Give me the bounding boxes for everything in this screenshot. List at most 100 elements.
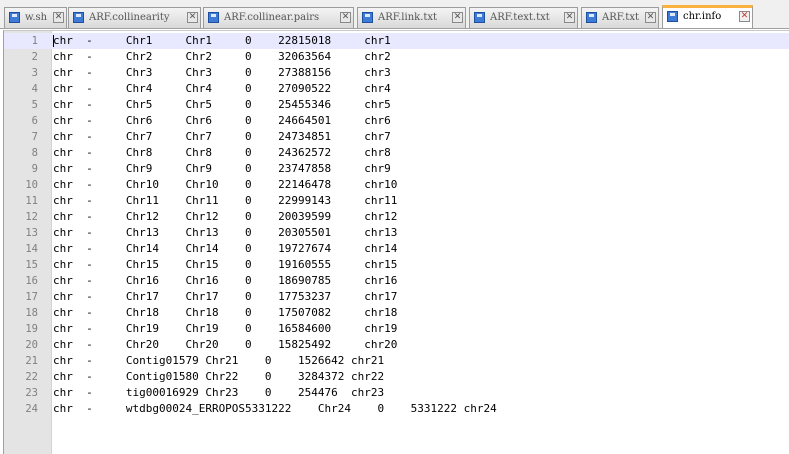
line-text: chr - Chr8 Chr8 0 24362572 chr8 xyxy=(53,146,391,159)
line-text: chr - Chr16 Chr16 0 18690785 chr16 xyxy=(53,274,398,287)
tab-label: ARF.text.txt xyxy=(490,12,550,23)
editor-line[interactable]: 23 chr - tig00016929 Chr23 0 254476 chr23 xyxy=(4,385,789,401)
line-text: chr - tig00016929 Chr23 0 254476 chr23 xyxy=(53,386,385,399)
line-number: 16 xyxy=(25,275,38,287)
editor-line[interactable]: 17 chr - Chr17 Chr17 0 17753237 chr17 xyxy=(4,289,789,305)
tab-arf-link-txt[interactable]: ARF.link.txt ✕ xyxy=(357,7,466,28)
tab-arf-collinearity[interactable]: ARF.collinearity ✕ xyxy=(68,7,201,28)
line-number: 1 xyxy=(31,35,38,47)
editor-line[interactable]: 1 chr - Chr1 Chr1 0 22815018 chr1 xyxy=(4,33,789,49)
tab-label: ARF.link.txt xyxy=(378,12,438,23)
editor-line[interactable]: 5 chr - Chr5 Chr5 0 25455346 chr5 xyxy=(4,97,789,113)
line-text: chr - Chr15 Chr15 0 19160555 chr15 xyxy=(53,258,398,271)
line-number: 5 xyxy=(31,99,38,111)
editor-line[interactable]: 6 chr - Chr6 Chr6 0 24664501 chr6 xyxy=(4,113,789,129)
line-number: 20 xyxy=(25,339,38,351)
line-text: chr - Chr6 Chr6 0 24664501 chr6 xyxy=(53,114,391,127)
line-number: 24 xyxy=(25,403,38,415)
close-icon[interactable]: ✕ xyxy=(645,12,656,23)
tab-arf-txt[interactable]: ARF.txt ✕ xyxy=(581,7,659,28)
editor-lines: 1 chr - Chr1 Chr1 0 22815018 chr1 2 chr - C… xyxy=(4,33,789,417)
close-icon[interactable]: ✕ xyxy=(187,12,198,23)
save-disk-icon xyxy=(474,12,485,23)
line-number: 12 xyxy=(25,211,38,223)
line-text: chr - Chr4 Chr4 0 27090522 chr4 xyxy=(53,82,391,95)
editor-line[interactable]: 9 chr - Chr9 Chr9 0 23747858 chr9 xyxy=(4,161,789,177)
line-number: 2 xyxy=(31,51,38,63)
editor-line[interactable]: 14 chr - Chr14 Chr14 0 19727674 chr14 xyxy=(4,241,789,257)
text-editor[interactable]: 1 chr - Chr1 Chr1 0 22815018 chr1 2 chr - C… xyxy=(3,30,789,454)
line-number: 3 xyxy=(31,67,38,79)
close-icon[interactable]: ✕ xyxy=(564,12,575,23)
line-text: chr - Chr19 Chr19 0 16584600 chr19 xyxy=(53,322,398,335)
editor-line[interactable]: 18 chr - Chr18 Chr18 0 17507082 chr18 xyxy=(4,305,789,321)
line-number: 8 xyxy=(31,147,38,159)
editor-line[interactable]: 13 chr - Chr13 Chr13 0 20305501 chr13 xyxy=(4,225,789,241)
editor-line[interactable]: 10 chr - Chr10 Chr10 0 22146478 chr10 xyxy=(4,177,789,193)
close-icon[interactable]: ✕ xyxy=(452,12,463,23)
line-text: chr - Chr13 Chr13 0 20305501 chr13 xyxy=(53,226,398,239)
editor-line[interactable]: 15 chr - Chr15 Chr15 0 19160555 chr15 xyxy=(4,257,789,273)
line-number: 23 xyxy=(25,387,38,399)
line-number: 15 xyxy=(25,259,38,271)
tab-arf-collinear-pairs[interactable]: ARF.collinear.pairs ✕ xyxy=(203,7,354,28)
editor-line[interactable]: 11 chr - Chr11 Chr11 0 22999143 chr11 xyxy=(4,193,789,209)
line-text: chr - Chr12 Chr12 0 20039599 chr12 xyxy=(53,210,398,223)
line-text: chr - Chr17 Chr17 0 17753237 chr17 xyxy=(53,290,398,303)
editor-line[interactable]: 3 chr - Chr3 Chr3 0 27388156 chr3 xyxy=(4,65,789,81)
tab-label: w.sh xyxy=(25,12,48,23)
tab-label: ARF.collinear.pairs xyxy=(224,12,320,23)
editor-line[interactable]: 12 chr - Chr12 Chr12 0 20039599 chr12 xyxy=(4,209,789,225)
tab-label: ARF.txt xyxy=(602,12,639,23)
close-icon[interactable]: ✕ xyxy=(340,12,351,23)
line-number: 6 xyxy=(31,115,38,127)
text-caret xyxy=(53,35,54,47)
save-disk-icon xyxy=(208,12,219,23)
tab-w-sh[interactable]: w.sh ✕ xyxy=(4,7,67,28)
save-disk-icon xyxy=(667,11,678,22)
line-text: chr - Chr10 Chr10 0 22146478 chr10 xyxy=(53,178,398,191)
line-number: 7 xyxy=(31,131,38,143)
editor-line[interactable]: 8 chr - Chr8 Chr8 0 24362572 chr8 xyxy=(4,145,789,161)
line-text: chr - Chr9 Chr9 0 23747858 chr9 xyxy=(53,162,391,175)
line-number: 17 xyxy=(25,291,38,303)
line-number: 14 xyxy=(25,243,38,255)
editor-line[interactable]: 21 chr - Contig01579 Chr21 0 1526642 chr2… xyxy=(4,353,789,369)
line-number: 19 xyxy=(25,323,38,335)
editor-line[interactable]: 20 chr - Chr20 Chr20 0 15825492 chr20 xyxy=(4,337,789,353)
line-number: 4 xyxy=(31,83,38,95)
line-number: 18 xyxy=(25,307,38,319)
tab-arf-text-txt[interactable]: ARF.text.txt ✕ xyxy=(469,7,578,28)
save-disk-icon xyxy=(9,12,20,23)
line-text: chr - Contig01579 Chr21 0 1526642 chr21 xyxy=(53,354,385,367)
line-number: 10 xyxy=(25,179,38,191)
editor-line[interactable]: 19 chr - Chr19 Chr19 0 16584600 chr19 xyxy=(4,321,789,337)
save-disk-icon xyxy=(362,12,373,23)
editor-line[interactable]: 24 chr - wtdbg00024_ERROPOS5331222 Chr24 … xyxy=(4,401,789,417)
line-text: chr - wtdbg00024_ERROPOS5331222 Chr24 0 … xyxy=(53,402,497,415)
editor-line[interactable]: 16 chr - Chr16 Chr16 0 18690785 chr16 xyxy=(4,273,789,289)
line-text: chr - Chr11 Chr11 0 22999143 chr11 xyxy=(53,194,398,207)
close-icon[interactable]: ✕ xyxy=(739,11,750,22)
editor-line[interactable]: 22 chr - Contig01580 Chr22 0 3284372 chr2… xyxy=(4,369,789,385)
line-number: 21 xyxy=(25,355,38,367)
line-text: chr - Chr18 Chr18 0 17507082 chr18 xyxy=(53,306,398,319)
line-text: chr - Chr1 Chr1 0 22815018 chr1 xyxy=(53,34,391,47)
line-text: chr - Chr20 Chr20 0 15825492 chr20 xyxy=(53,338,398,351)
editor-line[interactable]: 7 chr - Chr7 Chr7 0 24734851 chr7 xyxy=(4,129,789,145)
line-text: chr - Chr14 Chr14 0 19727674 chr14 xyxy=(53,242,398,255)
save-disk-icon xyxy=(73,12,84,23)
tab-bar: w.sh ✕ ARF.collinearity ✕ ARF.collinear.pair… xyxy=(0,0,789,29)
close-icon[interactable]: ✕ xyxy=(53,12,64,23)
line-number: 11 xyxy=(25,195,38,207)
tab-label: ARF.collinearity xyxy=(89,12,170,23)
line-number: 13 xyxy=(25,227,38,239)
editor-line[interactable]: 4 chr - Chr4 Chr4 0 27090522 chr4 xyxy=(4,81,789,97)
line-text: chr - Chr5 Chr5 0 25455346 chr5 xyxy=(53,98,391,111)
line-text: chr - Contig01580 Chr22 0 3284372 chr22 xyxy=(53,370,385,383)
save-disk-icon xyxy=(586,12,597,23)
line-text: chr - Chr7 Chr7 0 24734851 chr7 xyxy=(53,130,391,143)
line-number: 9 xyxy=(31,163,38,175)
tab-chr-info[interactable]: chr.info ✕ xyxy=(662,5,753,28)
editor-line[interactable]: 2 chr - Chr2 Chr2 0 32063564 chr2 xyxy=(4,49,789,65)
